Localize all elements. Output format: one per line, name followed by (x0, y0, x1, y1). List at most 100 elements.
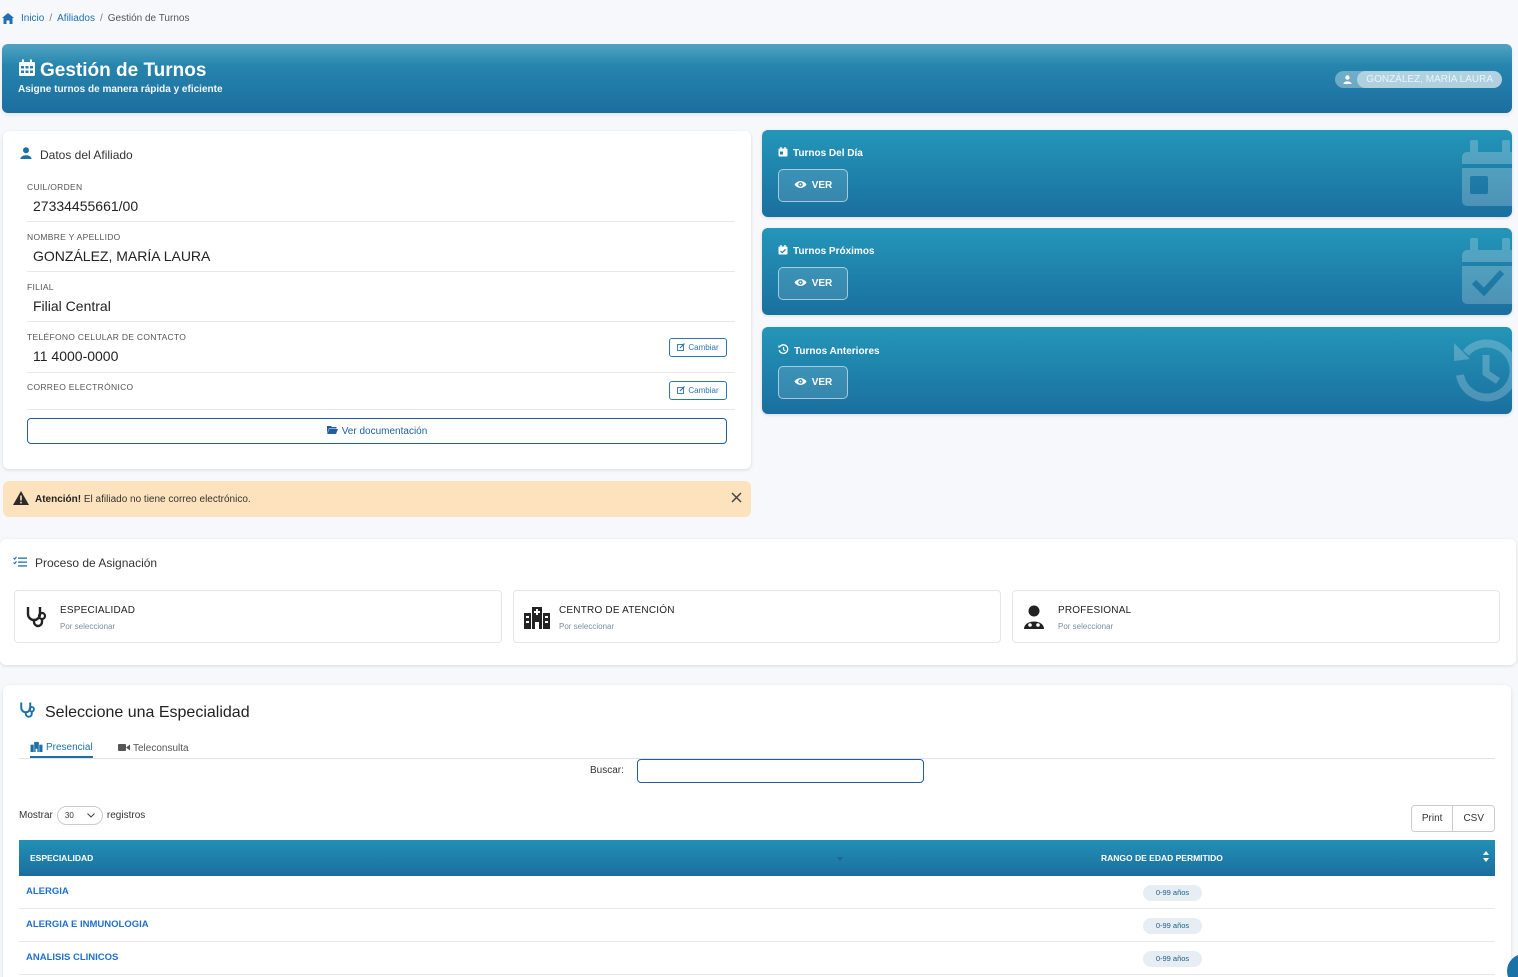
breadcrumb-separator: / (99, 13, 103, 24)
change-email-label: Cambiar (688, 386, 719, 395)
view-upcoming-button[interactable]: VER (778, 267, 848, 300)
field-label: FILIAL (27, 282, 54, 292)
process-title-text: Proceso de Asignación (35, 556, 158, 570)
field-label: TELÉFONO CELULAR DE CONTACTO (27, 332, 187, 342)
user-icon (1335, 75, 1357, 84)
calendar-check-icon (778, 245, 788, 258)
age-range-badge: 0-99 años (1143, 918, 1202, 934)
breadcrumb-separator: / (49, 13, 53, 24)
list-check-icon (13, 556, 27, 570)
turns-upcoming-title: Turnos Próximos (778, 245, 875, 258)
specialty-tabs: Presencial Teleconsulta (19, 737, 1495, 759)
hospital-icon (30, 741, 43, 755)
age-range-badge: 0-99 años (1143, 951, 1202, 967)
specialty-link[interactable]: ANALISIS CLINICOS (26, 952, 118, 963)
edit-icon (677, 342, 686, 353)
sort-icon[interactable] (837, 854, 843, 864)
user-doctor-icon (1023, 605, 1045, 634)
breadcrumb-home-link[interactable]: Inicio (21, 13, 44, 24)
step-professional-status: Por seleccionar (1058, 622, 1114, 631)
calendar-day-icon (1456, 140, 1512, 211)
csv-button[interactable]: CSV (1452, 806, 1494, 831)
turns-past-card: Turnos Anteriores VER (762, 327, 1512, 414)
calendar-icon (18, 59, 36, 83)
user-name: GONZÁLEZ, MARÍA LAURA (1357, 71, 1502, 88)
affiliate-card-title-text: Datos del Afiliado (40, 147, 133, 162)
page-length-control: Mostrar 30 registros (19, 806, 145, 825)
view-documentation-label: Ver documentación (341, 425, 428, 437)
alert-strong: Atención! (35, 493, 82, 505)
chevron-down-icon (87, 811, 95, 820)
page-length-select[interactable]: 30 (56, 806, 103, 825)
home-icon[interactable] (2, 13, 14, 24)
search-input[interactable] (637, 759, 924, 783)
specialty-title-text: Seleccione una Especialidad (45, 703, 250, 721)
turns-today-card: Turnos Del Día VER (762, 130, 1512, 217)
warning-icon (13, 490, 29, 508)
field-value: Filial Central (33, 298, 111, 314)
specialty-table: ESPECIALIDAD RANGO DE EDAD PERMITIDO ALE… (19, 840, 1495, 975)
field-label: CORREO ELECTRÓNICO (27, 382, 134, 392)
step-center-title: CENTRO DE ATENCIÓN (559, 605, 675, 616)
tab-teleconsulta[interactable]: Teleconsulta (118, 739, 189, 758)
calendar-check-icon (1456, 238, 1512, 309)
affiliate-card-title: Datos del Afiliado (20, 147, 133, 162)
step-center-status: Por seleccionar (559, 622, 615, 631)
page-length-value: 30 (64, 811, 74, 820)
user-badge: GONZÁLEZ, MARÍA LAURA (1335, 71, 1502, 88)
change-phone-button[interactable]: Cambiar (669, 338, 727, 357)
turns-upcoming-title-text: Turnos Próximos (793, 246, 875, 257)
close-icon[interactable] (731, 492, 742, 506)
edit-icon (677, 385, 686, 396)
step-specialty-status: Por seleccionar (60, 622, 116, 631)
change-phone-label: Cambiar (688, 343, 719, 352)
view-past-button[interactable]: VER (778, 366, 848, 399)
field-name: NOMBRE Y APELLIDO GONZÁLEZ, MARÍA LAURA (27, 232, 735, 272)
process-title: Proceso de Asignación (13, 556, 157, 570)
alert-text: El afiliado no tiene correo electrónico. (83, 493, 251, 505)
change-email-button[interactable]: Cambiar (669, 381, 727, 400)
specialty-link[interactable]: ALERGIA (26, 886, 69, 897)
process-card: Proceso de Asignación ESPECIALIDAD Por s… (0, 539, 1516, 665)
view-today-button[interactable]: VER (778, 169, 848, 202)
view-documentation-button[interactable]: Ver documentación (27, 418, 727, 444)
turns-today-title: Turnos Del Día (778, 147, 863, 160)
breadcrumb-affiliates-link[interactable]: Afiliados (57, 13, 95, 24)
turns-today-title-text: Turnos Del Día (793, 148, 863, 159)
alert-message: Atención! El afiliado no tiene correo el… (35, 494, 251, 505)
field-value: GONZÁLEZ, MARÍA LAURA (33, 248, 211, 264)
user-icon (20, 147, 32, 162)
column-header-specialty[interactable]: ESPECIALIDAD (30, 853, 93, 863)
specialty-link[interactable]: ALERGIA E INMUNOLOGIA (26, 919, 149, 930)
stethoscope-icon (25, 605, 49, 634)
show-prefix: Mostrar (19, 810, 53, 821)
column-header-age-range[interactable]: RANGO DE EDAD PERMITIDO (1101, 853, 1223, 863)
folder-open-icon (326, 425, 338, 437)
field-branch: FILIAL Filial Central (27, 282, 735, 322)
breadcrumb: Inicio / Afiliados / Gestión de Turnos (2, 13, 189, 24)
show-suffix: registros (106, 810, 146, 821)
turns-upcoming-card: Turnos Próximos VER (762, 228, 1512, 315)
eye-icon (794, 377, 807, 389)
export-buttons: Print CSV (1410, 805, 1495, 832)
table-row[interactable]: ALERGIA E INMUNOLOGIA 0-99 años (19, 909, 1495, 942)
table-row[interactable]: ANALISIS CLINICOS 0-99 años (19, 942, 1495, 975)
history-icon (1452, 337, 1512, 408)
turns-past-title-text: Turnos Anteriores (794, 345, 880, 357)
history-icon (778, 344, 789, 358)
step-specialty-title: ESPECIALIDAD (60, 605, 136, 616)
field-cuil: CUIL/ORDEN 27334455661/00 (27, 182, 735, 222)
step-specialty: ESPECIALIDAD Por seleccionar (14, 590, 502, 643)
step-professional: PROFESIONAL Por seleccionar (1012, 590, 1500, 643)
table-row[interactable]: ALERGIA 0-99 años (19, 876, 1495, 909)
tab-presencial[interactable]: Presencial (30, 739, 93, 758)
warning-alert: Atención! El afiliado no tiene correo el… (3, 481, 751, 517)
sort-icon[interactable] (1483, 851, 1489, 864)
print-button[interactable]: Print (1411, 806, 1453, 831)
step-professional-title: PROFESIONAL (1058, 605, 1132, 616)
eye-icon (794, 278, 807, 290)
age-range-badge: 0-99 años (1143, 885, 1202, 901)
page-subtitle: Asigne turnos de manera rápida y eficien… (18, 84, 223, 95)
calendar-day-icon (778, 147, 788, 160)
page-header: Gestión de Turnos Asigne turnos de maner… (2, 44, 1512, 113)
